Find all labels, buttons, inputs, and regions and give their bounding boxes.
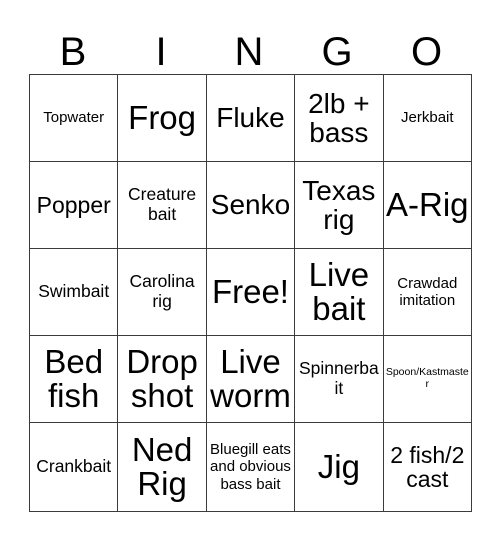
bingo-cell-b5[interactable]: Crankbait [28, 422, 119, 512]
bingo-cell-n5[interactable]: Bluegill eats and obvious bass bait [205, 422, 296, 512]
bingo-cell-n4[interactable]: Live worm [205, 335, 296, 423]
bingo-cell-label: Spinnerbait [298, 358, 379, 398]
bingo-cell-label: Bed fish [44, 343, 104, 414]
bingo-cell-label: 2lb + bass [308, 87, 370, 148]
bingo-cell-g5[interactable]: Jig [294, 422, 384, 512]
bingo-cell-g3[interactable]: Live bait [294, 248, 384, 336]
bingo-header-letter-g: G [321, 30, 353, 74]
bingo-header-row: B I N G O [29, 13, 472, 74]
bingo-cell-o3[interactable]: Crawdad imitation [382, 248, 473, 336]
bingo-cell-n1[interactable]: Fluke [205, 74, 296, 162]
bingo-header-letter-o: O [410, 30, 443, 74]
bingo-cell-b3[interactable]: Swimbait [28, 248, 119, 336]
bingo-row: Swimbait Carolina rig Free! Live bait Cr… [28, 248, 473, 336]
bingo-row: Bed fish Drop shot Live worm Spinnerbait… [28, 335, 473, 423]
bingo-cell-label: Jerkbait [401, 109, 454, 127]
bingo-cell-label: Frog [128, 99, 197, 136]
bingo-cell-b4[interactable]: Bed fish [28, 335, 119, 423]
bingo-cell-label: Crankbait [36, 456, 112, 477]
bingo-card: B I N G O Topwater Frog Fluke 2lb + bass… [28, 13, 473, 516]
bingo-cell-o1[interactable]: Jerkbait [382, 74, 473, 162]
bingo-cell-label: Live bait [308, 256, 370, 327]
bingo-header-letter-b: B [59, 30, 87, 74]
bingo-cell-g2[interactable]: Texas rig [294, 161, 384, 249]
bingo-cell-label: 2 fish/2 cast [390, 441, 465, 492]
bingo-cell-label: Popper [36, 191, 111, 218]
bingo-cell-label: Swimbait [38, 281, 110, 302]
bingo-cell-o4[interactable]: Spoon/Kastmaster [382, 335, 473, 423]
bingo-cell-label: Creature bait [128, 184, 197, 224]
bingo-cell-label: Topwater [43, 109, 105, 127]
bingo-cell-g1[interactable]: 2lb + bass [294, 74, 384, 162]
bingo-cell-i1[interactable]: Frog [117, 74, 207, 162]
bingo-row: Crankbait Ned Rig Bluegill eats and obvi… [28, 422, 473, 512]
bingo-cell-label: Spoon/Kastmaster [385, 366, 469, 390]
bingo-cell-o2[interactable]: A-Rig [382, 161, 473, 249]
bingo-header-letter-n: N [234, 30, 264, 74]
bingo-header-letter-i: I [155, 30, 167, 74]
bingo-cell-i2[interactable]: Creature bait [117, 161, 207, 249]
bingo-cell-label: A-Rig [386, 186, 469, 223]
bingo-row: Topwater Frog Fluke 2lb + bass Jerkbait [28, 74, 473, 162]
bingo-cell-label: Bluegill eats and obvious bass bait [210, 441, 291, 493]
bingo-cell-label: Live worm [210, 343, 291, 414]
bingo-cell-label: Drop shot [126, 343, 198, 414]
bingo-cell-i4[interactable]: Drop shot [117, 335, 207, 423]
bingo-cell-label: Fluke [216, 102, 285, 134]
bingo-cell-label: Carolina rig [129, 271, 195, 311]
bingo-cell-o5[interactable]: 2 fish/2 cast [382, 422, 473, 512]
bingo-cell-i5[interactable]: Ned Rig [117, 422, 207, 512]
bingo-cell-label: Crawdad imitation [397, 274, 458, 309]
bingo-row: Popper Creature bait Senko Texas rig A-R… [28, 161, 473, 249]
bingo-cell-b2[interactable]: Popper [28, 161, 119, 249]
bingo-grid: Topwater Frog Fluke 2lb + bass Jerkbait … [28, 74, 473, 512]
bingo-cell-label: Texas rig [302, 174, 376, 235]
bingo-cell-i3[interactable]: Carolina rig [117, 248, 207, 336]
bingo-cell-b1[interactable]: Topwater [28, 74, 119, 162]
bingo-cell-label: Senko [210, 189, 291, 221]
bingo-cell-free-space[interactable]: Free! [205, 248, 296, 336]
bingo-cell-label: Jig [317, 448, 360, 485]
bingo-cell-label: Free! [211, 273, 289, 310]
bingo-cell-label: Ned Rig [131, 431, 193, 502]
bingo-cell-g4[interactable]: Spinnerbait [294, 335, 384, 423]
bingo-cell-n2[interactable]: Senko [205, 161, 296, 249]
